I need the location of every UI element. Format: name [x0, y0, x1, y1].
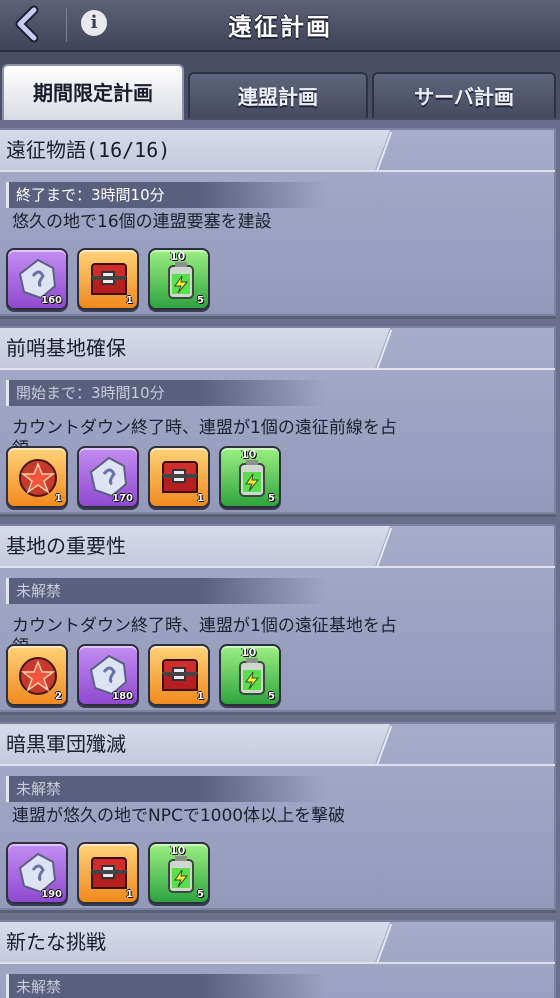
plan-status: 開始まで：3時間10分	[6, 380, 326, 406]
plan-list[interactable]: 遠征物語(16/16) 終了まで：3時間10分悠久の地で16個の連盟要塞を建設 16…	[0, 120, 560, 998]
plan-description: 悠久の地で16個の連盟要塞を建設	[12, 212, 272, 232]
reward-count: 160	[41, 295, 62, 306]
reward-item[interactable]: 10 5	[219, 446, 281, 508]
title-divider	[0, 170, 555, 172]
reward-item[interactable]: 160	[6, 248, 68, 310]
reward-level: 10	[170, 844, 186, 857]
plan-title: 前哨基地確保	[0, 328, 390, 370]
plan-description: 連盟が悠久の地でNPCで1000体以上を撃破	[12, 806, 346, 826]
plan-card[interactable]: 基地の重要性未解禁カウントダウン終了時、連盟が1個の遠征基地を占領 2 180 1 10…	[0, 524, 556, 712]
tab-server-plan[interactable]: サーバ計画	[372, 72, 556, 118]
reward-item[interactable]: 10 5	[148, 248, 210, 310]
plan-status: 未解禁	[6, 578, 326, 604]
reward-level: 10	[170, 250, 186, 263]
plan-status: 未解禁	[6, 974, 326, 998]
reward-item[interactable]: 180	[77, 644, 139, 706]
plan-title: 基地の重要性	[0, 526, 390, 568]
reward-count: 1	[126, 889, 133, 900]
reward-count: 1	[197, 493, 204, 504]
reward-count: 1	[197, 691, 204, 702]
reward-item[interactable]: 1	[77, 842, 139, 904]
plan-title: 暗黒軍団殲滅	[0, 724, 390, 766]
reward-count: 5	[268, 691, 275, 702]
reward-level: 10	[241, 646, 257, 659]
reward-count: 170	[112, 493, 133, 504]
title-divider	[0, 368, 555, 370]
plan-status: 未解禁	[6, 776, 326, 802]
title-divider	[0, 764, 555, 766]
reward-count: 5	[197, 889, 204, 900]
plan-card[interactable]: 前哨基地確保開始まで：3時間10分カウントダウン終了時、連盟が1個の遠征前線を占…	[0, 326, 556, 514]
reward-item[interactable]: 10 5	[148, 842, 210, 904]
title-divider	[0, 566, 555, 568]
reward-item[interactable]: 1	[6, 446, 68, 508]
reward-item[interactable]: 10 5	[219, 644, 281, 706]
tab-alliance-plan[interactable]: 連盟計画	[188, 72, 368, 118]
reward-item[interactable]: 1	[148, 644, 210, 706]
reward-level: 10	[241, 448, 257, 461]
plan-card[interactable]: 新たな挑戦未解禁カウントダウン終了時、所属連盟が1個のレ 1	[0, 920, 556, 998]
reward-item[interactable]: 1	[77, 248, 139, 310]
reward-count: 180	[112, 691, 133, 702]
plan-title: 遠征物語(16/16)	[0, 130, 390, 172]
plan-title: 新たな挑戦	[0, 922, 390, 964]
page-title: 遠征計画	[228, 13, 332, 41]
tab-limited-plan[interactable]: 期間限定計画	[2, 64, 184, 120]
plan-description: カウントダウン終了時、連盟が1個の遠征基地を占領	[12, 616, 397, 657]
reward-count: 1	[126, 295, 133, 306]
plan-description: カウントダウン終了時、連盟が1個の遠征前線を占領	[12, 418, 397, 459]
plan-card[interactable]: 暗黒軍団殲滅未解禁連盟が悠久の地でNPCで1000体以上を撃破 190 1 10 5	[0, 722, 556, 910]
reward-count: 5	[197, 295, 204, 306]
plan-status: 終了まで：3時間10分	[6, 182, 326, 208]
reward-item[interactable]: 2	[6, 644, 68, 706]
reward-count: 2	[55, 691, 62, 702]
reward-item[interactable]: 1	[148, 446, 210, 508]
reward-count: 5	[268, 493, 275, 504]
reward-item[interactable]: 190	[6, 842, 68, 904]
plan-card[interactable]: 遠征物語(16/16) 終了まで：3時間10分悠久の地で16個の連盟要塞を建設 16…	[0, 128, 556, 316]
tab-bar: 期間限定計画 連盟計画 サーバ計画	[0, 52, 560, 120]
title-divider	[0, 962, 555, 964]
reward-count: 1	[55, 493, 62, 504]
reward-count: 190	[41, 889, 62, 900]
top-bar: i 遠征計画	[0, 0, 560, 52]
reward-item[interactable]: 170	[77, 446, 139, 508]
